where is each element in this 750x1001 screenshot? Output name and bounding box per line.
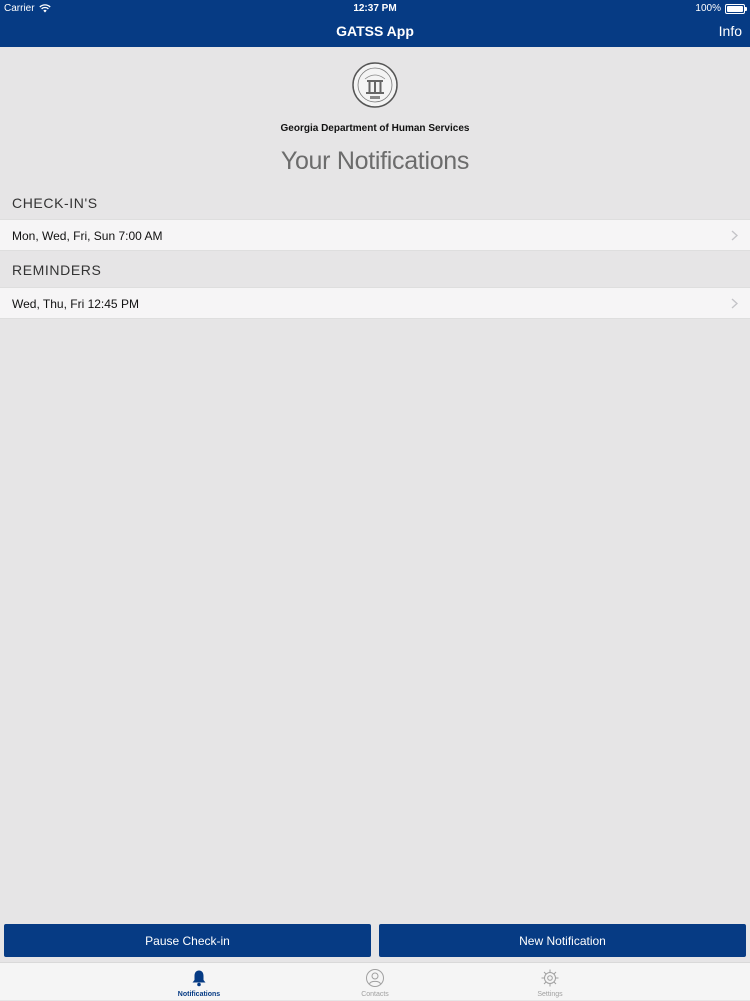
tab-notifications[interactable]: Notifications: [159, 963, 239, 1001]
tab-contacts-label: Contacts: [361, 991, 389, 998]
tab-bar: Notifications Contacts Settings: [0, 962, 750, 1000]
status-time: 12:37 PM: [353, 3, 397, 14]
status-bar: Carrier 12:37 PM 100%: [0, 0, 750, 16]
app-header: Carrier 12:37 PM 100% GATSS App Info: [0, 0, 750, 47]
tab-notifications-label: Notifications: [177, 991, 221, 998]
person-icon: [366, 969, 384, 987]
battery-percent: 100%: [695, 3, 721, 14]
pause-checkin-button[interactable]: Pause Check-in: [4, 924, 371, 957]
tab-settings-label: Settings: [537, 991, 563, 998]
section-header-checkins: CHECK-IN'S: [12, 195, 98, 211]
page-title: Your Notifications: [280, 147, 470, 175]
section-header-reminders: REMINDERS: [12, 262, 102, 278]
nav-title: GATSS App: [336, 23, 414, 39]
tab-contacts[interactable]: Contacts: [335, 963, 415, 1001]
checkin-schedule-row[interactable]: Mon, Wed, Fri, Sun 7:00 AM: [0, 219, 750, 251]
battery-icon: [725, 3, 747, 14]
reminder-schedule-row[interactable]: Wed, Thu, Fri 12:45 PM: [0, 287, 750, 319]
checkin-schedule-label: Mon, Wed, Fri, Sun 7:00 AM: [12, 229, 163, 243]
reminder-schedule-label: Wed, Thu, Fri 12:45 PM: [12, 297, 139, 311]
new-notification-button[interactable]: New Notification: [379, 924, 746, 957]
tab-settings[interactable]: Settings: [510, 963, 590, 1001]
chevron-right-icon: [731, 230, 738, 241]
battery-group: 100%: [695, 3, 747, 14]
info-button[interactable]: Info: [719, 23, 742, 39]
gear-icon: [541, 969, 559, 987]
organization-name: Georgia Department of Human Services: [280, 123, 470, 134]
chevron-right-icon: [731, 298, 738, 309]
georgia-seal-logo: [352, 62, 398, 108]
bell-icon: [192, 970, 206, 987]
